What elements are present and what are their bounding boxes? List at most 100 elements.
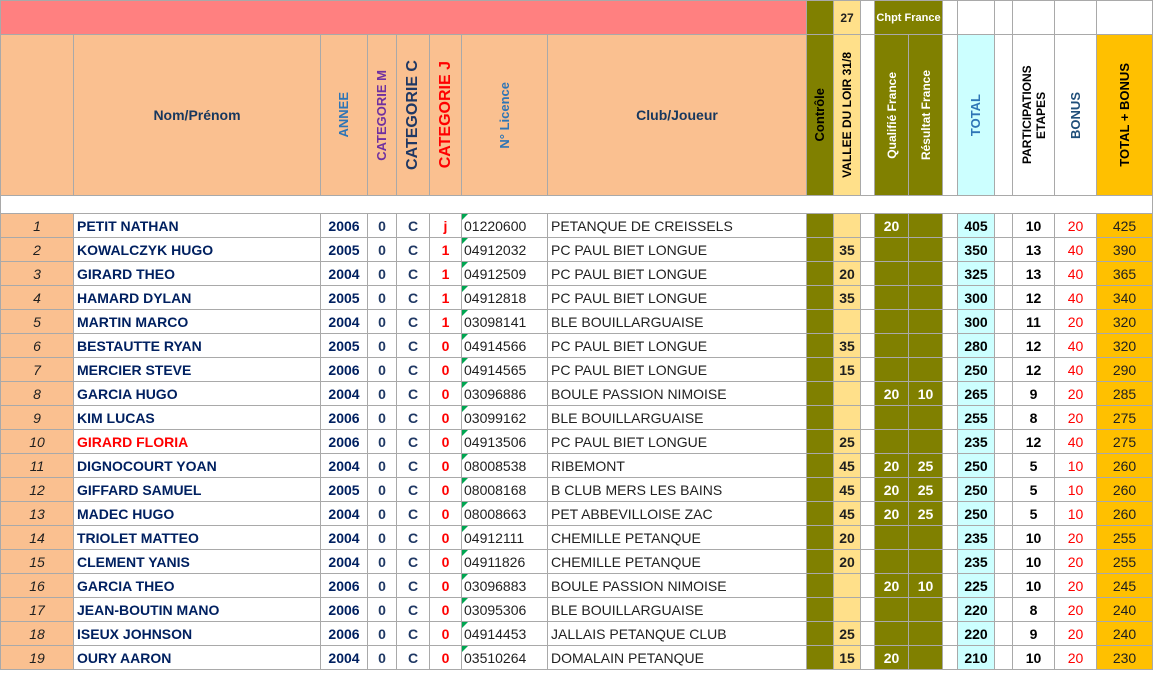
categorie-c-cell[interactable]: C: [396, 525, 430, 550]
spacer-cell[interactable]: [860, 381, 875, 406]
rank-cell[interactable]: 15: [0, 549, 74, 574]
bonus-cell[interactable]: 20: [1054, 405, 1097, 430]
categorie-m-cell[interactable]: 0: [367, 429, 397, 454]
club-cell[interactable]: PC PAUL BIET LONGUE: [547, 285, 807, 310]
categorie-c-cell[interactable]: C: [396, 261, 430, 286]
spacer-cell[interactable]: [860, 213, 875, 238]
spacer-cell[interactable]: [942, 597, 958, 622]
rank-cell[interactable]: 5: [0, 309, 74, 334]
spacer-cell[interactable]: [994, 453, 1013, 478]
bonus-cell[interactable]: 40: [1054, 429, 1097, 454]
categorie-c-cell[interactable]: C: [396, 597, 430, 622]
categorie-j-cell[interactable]: 0: [429, 333, 462, 358]
licence-cell[interactable]: 04912111: [461, 525, 548, 550]
categorie-j-cell[interactable]: 0: [429, 549, 462, 574]
year-cell[interactable]: 2005: [320, 285, 368, 310]
spacer-cell[interactable]: [942, 549, 958, 574]
licence-cell[interactable]: 04911826: [461, 549, 548, 574]
total-bonus-cell[interactable]: 240: [1096, 597, 1153, 622]
controle-cell[interactable]: [806, 333, 834, 358]
participations-cell[interactable]: 10: [1012, 525, 1055, 550]
controle-cell[interactable]: [806, 645, 834, 670]
bonus-header[interactable]: BONUS: [1054, 34, 1097, 196]
total-bonus-cell[interactable]: 240: [1096, 621, 1153, 646]
controle-cell[interactable]: [806, 573, 834, 598]
spacer-cell[interactable]: [994, 597, 1013, 622]
spacer-cell[interactable]: [860, 357, 875, 382]
licence-cell[interactable]: 04912818: [461, 285, 548, 310]
categorie-j-cell[interactable]: 0: [429, 645, 462, 670]
year-cell[interactable]: 2006: [320, 357, 368, 382]
spacer-cell[interactable]: [860, 453, 875, 478]
spacer-cell[interactable]: [860, 429, 875, 454]
player-name-cell[interactable]: MARTIN MARCO: [73, 309, 321, 334]
participations-cell[interactable]: 9: [1012, 381, 1055, 406]
spacer-cell[interactable]: [994, 333, 1013, 358]
licence-cell[interactable]: 04913506: [461, 429, 548, 454]
categorie-j-cell[interactable]: 0: [429, 429, 462, 454]
controle-top-cell[interactable]: [806, 0, 834, 35]
total-cell[interactable]: 220: [957, 621, 995, 646]
participations-cell[interactable]: 5: [1012, 477, 1055, 502]
player-name-cell[interactable]: GIRARD FLORIA: [73, 429, 321, 454]
rank-cell[interactable]: 8: [0, 381, 74, 406]
categorie-j-cell[interactable]: 0: [429, 525, 462, 550]
resultat-cell[interactable]: 25: [908, 501, 943, 526]
year-cell[interactable]: 2004: [320, 309, 368, 334]
spacer-cell[interactable]: [942, 453, 958, 478]
categorie-c-cell[interactable]: C: [396, 549, 430, 574]
spacer-cell[interactable]: [860, 573, 875, 598]
categorie-j-cell[interactable]: 1: [429, 309, 462, 334]
spacer-cell[interactable]: [994, 381, 1013, 406]
total-cell[interactable]: 235: [957, 549, 995, 574]
player-name-cell[interactable]: OURY AARON: [73, 645, 321, 670]
licence-cell[interactable]: 08008663: [461, 501, 548, 526]
resultat-cell[interactable]: [908, 237, 943, 262]
participations-cell[interactable]: 13: [1012, 261, 1055, 286]
qualifie-cell[interactable]: [874, 621, 909, 646]
spacer-cell[interactable]: [994, 573, 1013, 598]
categorie-c-cell[interactable]: C: [396, 405, 430, 430]
spacer-cell[interactable]: [994, 429, 1013, 454]
rank-cell[interactable]: 6: [0, 333, 74, 358]
total-cell[interactable]: 250: [957, 501, 995, 526]
club-header[interactable]: Club/Joueur: [547, 34, 807, 196]
resultat-cell[interactable]: 25: [908, 453, 943, 478]
rank-header[interactable]: [0, 34, 74, 196]
controle-cell[interactable]: [806, 549, 834, 574]
spacer-cell[interactable]: [942, 645, 958, 670]
spacer-cell[interactable]: [994, 285, 1013, 310]
spacer-cell[interactable]: [860, 309, 875, 334]
rank-cell[interactable]: 12: [0, 477, 74, 502]
qualifie-cell[interactable]: 20: [874, 477, 909, 502]
categorie-c-cell[interactable]: C: [396, 453, 430, 478]
spacer-cell[interactable]: [942, 237, 958, 262]
bonus-cell[interactable]: 20: [1054, 213, 1097, 238]
licence-cell[interactable]: 03510264: [461, 645, 548, 670]
total-cell[interactable]: 325: [957, 261, 995, 286]
player-name-cell[interactable]: MERCIER STEVE: [73, 357, 321, 382]
categorie-j-cell[interactable]: 1: [429, 261, 462, 286]
club-cell[interactable]: PC PAUL BIET LONGUE: [547, 357, 807, 382]
licence-cell[interactable]: 03099162: [461, 405, 548, 430]
spacer-cell[interactable]: [942, 357, 958, 382]
club-cell[interactable]: BOULE PASSION NIMOISE: [547, 381, 807, 406]
participations-header[interactable]: PARTICIPATIONS ETAPES: [1012, 34, 1055, 196]
bonus-cell[interactable]: 40: [1054, 333, 1097, 358]
categorie-c-cell[interactable]: C: [396, 381, 430, 406]
spacer-cell[interactable]: [994, 0, 1013, 35]
year-cell[interactable]: 2004: [320, 501, 368, 526]
vallee-cell[interactable]: 45: [833, 453, 861, 478]
player-name-cell[interactable]: ISEUX JOHNSON: [73, 621, 321, 646]
vallee-cell[interactable]: 15: [833, 357, 861, 382]
spacer-cell[interactable]: [860, 261, 875, 286]
categorie-j-cell[interactable]: 0: [429, 453, 462, 478]
participations-cell[interactable]: 10: [1012, 549, 1055, 574]
categorie-c-cell[interactable]: C: [396, 429, 430, 454]
total-bonus-cell[interactable]: 260: [1096, 501, 1153, 526]
year-cell[interactable]: 2006: [320, 213, 368, 238]
categorie-c-cell[interactable]: C: [396, 213, 430, 238]
spacer-cell[interactable]: [994, 477, 1013, 502]
resultat-cell[interactable]: [908, 597, 943, 622]
rank-cell[interactable]: 7: [0, 357, 74, 382]
